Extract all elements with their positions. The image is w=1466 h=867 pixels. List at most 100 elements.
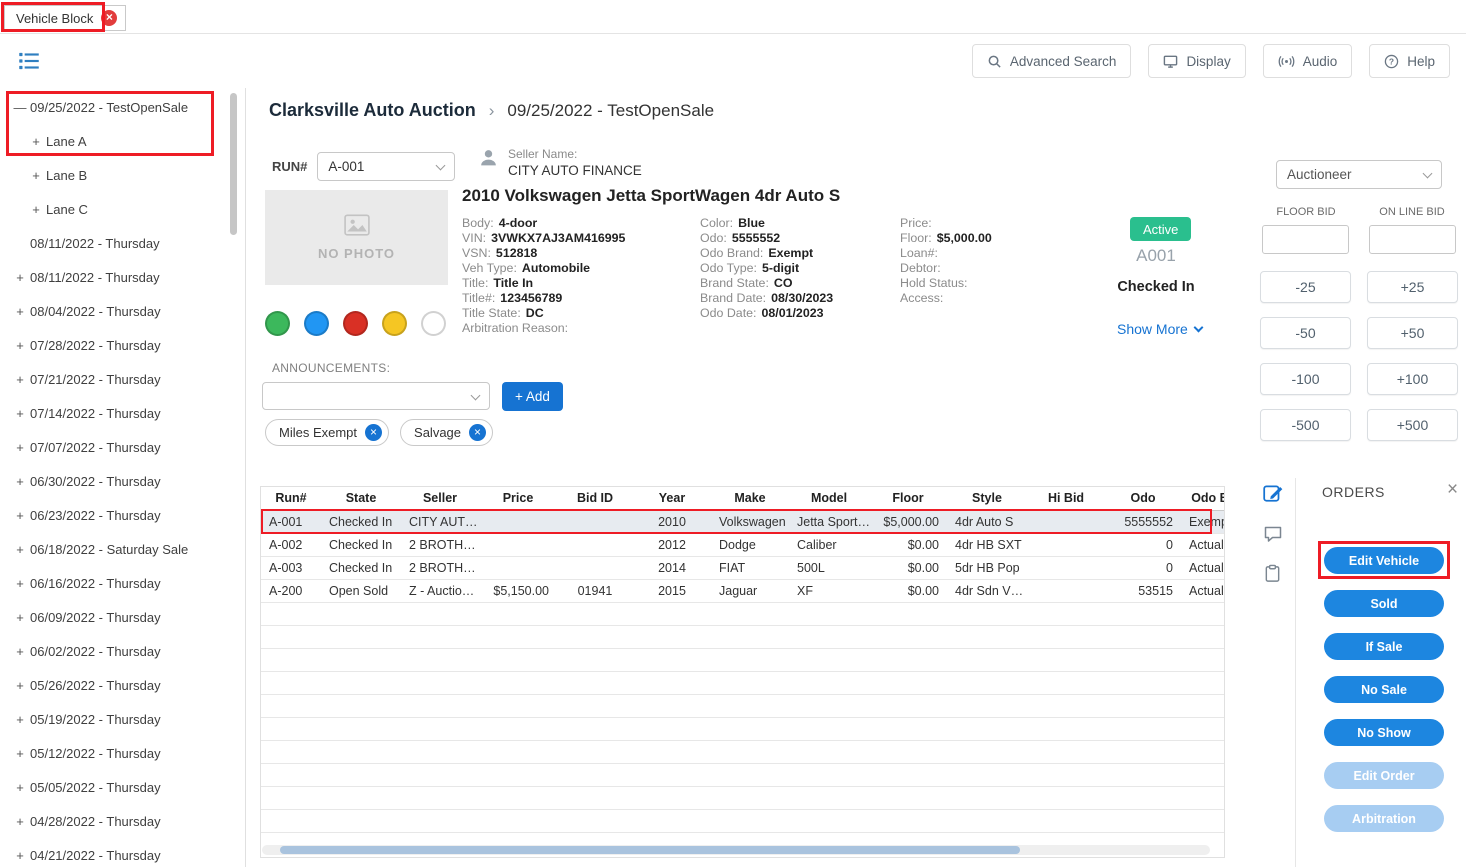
tree-expander-icon[interactable] bbox=[12, 678, 28, 693]
bid-increment-button[interactable]: -50 bbox=[1260, 317, 1351, 349]
sale-tree-item[interactable]: 06/30/2022 - Thursday bbox=[0, 464, 245, 498]
advanced-search-button[interactable]: Advanced Search bbox=[971, 44, 1132, 78]
sale-tree-item[interactable]: 07/07/2022 - Thursday bbox=[0, 430, 245, 464]
column-header[interactable]: Style bbox=[947, 487, 1027, 511]
tag-remove-icon[interactable] bbox=[365, 424, 383, 441]
menu-icon[interactable] bbox=[16, 48, 42, 74]
bid-increment-button[interactable]: +25 bbox=[1367, 271, 1458, 303]
column-header[interactable]: Run# bbox=[261, 487, 321, 511]
column-header[interactable]: Year bbox=[633, 487, 711, 511]
order-action-button[interactable]: No Sale bbox=[1324, 676, 1444, 703]
sale-tree-item[interactable]: 06/18/2022 - Saturday Sale bbox=[0, 532, 245, 566]
bid-increment-button[interactable]: +100 bbox=[1367, 363, 1458, 395]
color-dot[interactable] bbox=[382, 311, 407, 336]
announcements-select[interactable] bbox=[262, 382, 490, 410]
tree-expander-icon[interactable] bbox=[28, 202, 44, 217]
color-dot[interactable] bbox=[304, 311, 329, 336]
sidebar-scrollbar[interactable] bbox=[230, 93, 237, 235]
tree-expander-icon[interactable] bbox=[12, 576, 28, 591]
sale-tree-item[interactable]: 05/19/2022 - Thursday bbox=[0, 702, 245, 736]
column-header[interactable]: Price bbox=[479, 487, 557, 511]
order-action-button[interactable]: Sold bbox=[1324, 590, 1444, 617]
tree-expander-icon[interactable] bbox=[12, 406, 28, 421]
color-dot[interactable] bbox=[421, 311, 446, 336]
tree-expander-icon[interactable] bbox=[12, 848, 28, 863]
tree-expander-icon[interactable] bbox=[12, 780, 28, 795]
table-horizontal-scrollbar[interactable] bbox=[262, 845, 1210, 855]
color-dot[interactable] bbox=[343, 311, 368, 336]
breadcrumb-root[interactable]: Clarksville Auto Auction bbox=[269, 100, 476, 121]
sale-tree-item[interactable]: 07/14/2022 - Thursday bbox=[0, 396, 245, 430]
column-header[interactable]: State bbox=[321, 487, 401, 511]
tab-close-icon[interactable] bbox=[101, 10, 118, 26]
audio-button[interactable]: Audio bbox=[1262, 44, 1353, 78]
sale-tree-item[interactable]: 06/23/2022 - Thursday bbox=[0, 498, 245, 532]
order-action-button[interactable]: Arbitration bbox=[1324, 805, 1444, 832]
column-header[interactable]: Odo Brand bbox=[1181, 487, 1224, 511]
run-number-select[interactable]: A-001 bbox=[317, 152, 456, 181]
sale-tree-item[interactable]: 04/28/2022 - Thursday bbox=[0, 804, 245, 838]
sale-tree-item[interactable]: 09/25/2022 - TestOpenSale bbox=[0, 90, 245, 124]
tag-remove-icon[interactable] bbox=[469, 424, 487, 441]
show-more-link[interactable]: Show More bbox=[1117, 321, 1204, 337]
tree-expander-icon[interactable] bbox=[12, 474, 28, 489]
sale-tree-item[interactable]: Lane C bbox=[0, 192, 245, 226]
tree-expander-icon[interactable] bbox=[12, 440, 28, 455]
column-header[interactable]: Model bbox=[789, 487, 869, 511]
floor-bid-input[interactable] bbox=[1262, 225, 1349, 254]
sale-tree-item[interactable]: Lane A bbox=[0, 124, 245, 158]
bid-increment-button[interactable]: -25 bbox=[1260, 271, 1351, 303]
tree-expander-icon[interactable] bbox=[12, 814, 28, 829]
column-header[interactable]: Hi Bid bbox=[1027, 487, 1105, 511]
display-button[interactable]: Display bbox=[1148, 44, 1246, 78]
color-dot[interactable] bbox=[265, 311, 290, 336]
tree-expander-icon[interactable] bbox=[12, 508, 28, 523]
bid-increment-button[interactable]: +50 bbox=[1367, 317, 1458, 349]
orders-close-icon[interactable] bbox=[1447, 479, 1458, 501]
sale-tree-item[interactable]: 08/11/2022 - Thursday bbox=[0, 226, 245, 260]
tree-expander-icon[interactable] bbox=[12, 304, 28, 319]
bid-increment-button[interactable]: +500 bbox=[1367, 409, 1458, 441]
sale-tree-item[interactable]: 08/04/2022 - Thursday bbox=[0, 294, 245, 328]
scrollbar-thumb[interactable] bbox=[280, 846, 1020, 854]
order-action-button[interactable]: If Sale bbox=[1324, 633, 1444, 660]
sale-tree-item[interactable]: 04/21/2022 - Thursday bbox=[0, 838, 245, 867]
tree-expander-icon[interactable] bbox=[12, 100, 28, 115]
column-header[interactable]: Make bbox=[711, 487, 789, 511]
table-row[interactable]: A-001 Checked In CITY AUT… 2010 Volkswagen Je… bbox=[261, 510, 1224, 534]
table-row[interactable]: A-003 Checked In 2 BROTH… 2014 FIAT 500L $0.00… bbox=[261, 556, 1224, 580]
tree-expander-icon[interactable] bbox=[12, 372, 28, 387]
sale-tree-item[interactable]: 07/21/2022 - Thursday bbox=[0, 362, 245, 396]
table-row[interactable]: A-002 Checked In 2 BROTH… 2012 Dodge Caliber $… bbox=[261, 533, 1224, 557]
tree-expander-icon[interactable] bbox=[12, 610, 28, 625]
bid-increment-button[interactable]: -100 bbox=[1260, 363, 1351, 395]
help-button[interactable]: ? Help bbox=[1369, 44, 1450, 78]
tree-expander-icon[interactable] bbox=[12, 338, 28, 353]
tree-expander-icon[interactable] bbox=[28, 168, 44, 183]
clipboard-icon[interactable] bbox=[1263, 564, 1282, 583]
sale-tree-item[interactable]: 06/09/2022 - Thursday bbox=[0, 600, 245, 634]
sale-tree-item[interactable]: Lane B bbox=[0, 158, 245, 192]
column-header[interactable]: Bid ID bbox=[557, 487, 633, 511]
tree-expander-icon[interactable] bbox=[12, 644, 28, 659]
sale-tree-item[interactable]: 05/26/2022 - Thursday bbox=[0, 668, 245, 702]
sale-tree-item[interactable]: 06/16/2022 - Thursday bbox=[0, 566, 245, 600]
column-header[interactable]: Odo bbox=[1105, 487, 1181, 511]
sale-tree-item[interactable]: 05/12/2022 - Thursday bbox=[0, 736, 245, 770]
table-row[interactable]: A-200 Open Sold Z - Auctio… $5,150.00 01941 2… bbox=[261, 579, 1224, 603]
tree-expander-icon[interactable] bbox=[12, 542, 28, 557]
sale-tree-item[interactable]: 07/28/2022 - Thursday bbox=[0, 328, 245, 362]
column-header[interactable]: Floor bbox=[869, 487, 947, 511]
column-header[interactable]: Seller bbox=[401, 487, 479, 511]
sale-tree-item[interactable]: 08/11/2022 - Thursday bbox=[0, 260, 245, 294]
auctioneer-select[interactable]: Auctioneer bbox=[1276, 160, 1442, 189]
sale-tree-item[interactable]: 05/05/2022 - Thursday bbox=[0, 770, 245, 804]
order-action-button[interactable]: Edit Vehicle bbox=[1324, 547, 1444, 574]
bid-increment-button[interactable]: -500 bbox=[1260, 409, 1351, 441]
edit-note-icon[interactable] bbox=[1262, 482, 1284, 504]
comment-icon[interactable] bbox=[1263, 524, 1283, 544]
vehicle-block-tab[interactable]: Vehicle Block bbox=[4, 5, 127, 31]
online-bid-input[interactable] bbox=[1369, 225, 1456, 254]
tree-expander-icon[interactable] bbox=[12, 270, 28, 285]
sale-tree-item[interactable]: 06/02/2022 - Thursday bbox=[0, 634, 245, 668]
